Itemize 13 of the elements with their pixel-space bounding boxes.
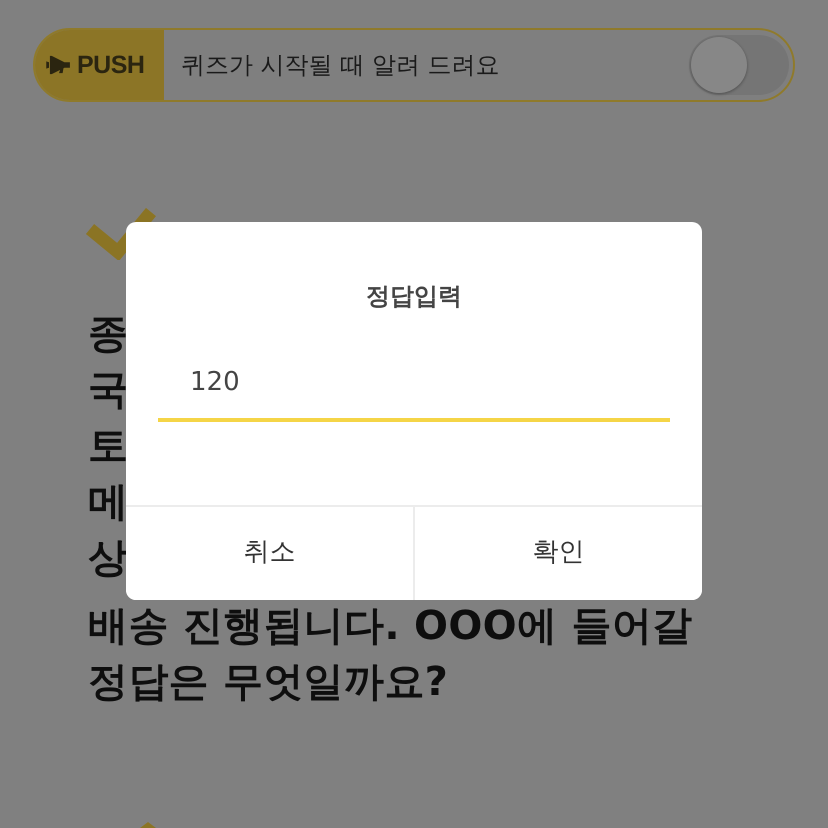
megaphone-icon [46, 55, 72, 75]
question-text: 메 [88, 481, 128, 523]
question-text: 토 [88, 425, 128, 467]
push-label: PUSH [77, 50, 144, 80]
push-description: 퀴즈가 시작될 때 알려 드려요 [181, 50, 501, 81]
push-toggle[interactable] [689, 35, 789, 95]
question-text: 배송 진행됩니다. OOO에 들어갈 [88, 605, 692, 647]
confirm-button[interactable]: 확인 [413, 507, 702, 600]
question-text: 국 [88, 369, 128, 411]
question-text: 정답은 무엇일까요? [88, 661, 448, 703]
question-text: 상 [88, 537, 128, 579]
dialog-title: 정답입력 [366, 281, 462, 312]
question-text: 종 [88, 313, 128, 355]
